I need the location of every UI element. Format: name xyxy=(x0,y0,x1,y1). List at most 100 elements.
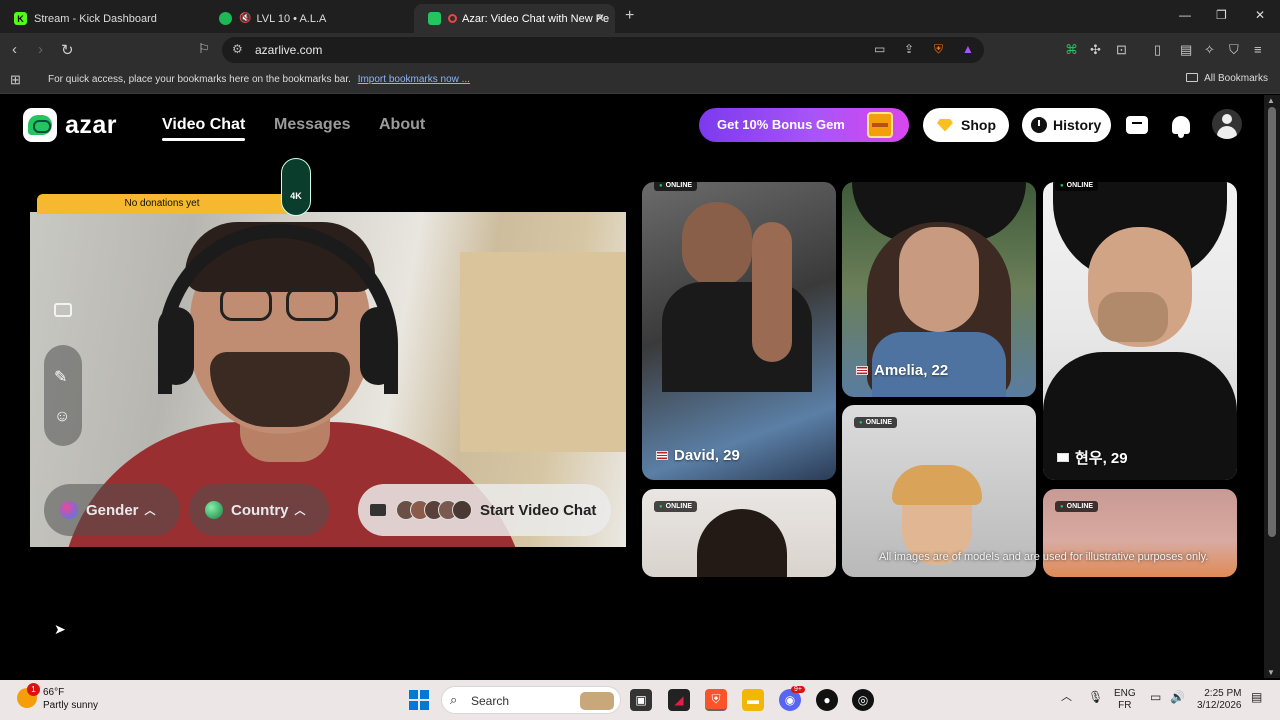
start-video-chat-label: Start Video Chat xyxy=(480,501,597,519)
language-bottom: FR xyxy=(1118,700,1132,711)
avatar-stack xyxy=(390,500,472,520)
file-explorer-icon[interactable]: ▬ xyxy=(742,689,764,711)
tab-kick-dashboard[interactable]: K Stream - Kick Dashboard xyxy=(0,4,205,33)
forward-icon[interactable]: › xyxy=(38,41,43,58)
language-indicator[interactable]: ENG FR xyxy=(1114,688,1136,712)
volume-icon[interactable]: 🔊 xyxy=(1170,691,1185,703)
nav-messages[interactable]: Messages xyxy=(274,116,351,134)
weather-widget[interactable]: 1 66°F Partly sunny xyxy=(17,683,98,712)
reload-icon[interactable]: ↻ xyxy=(61,41,74,59)
brave-browser-icon[interactable]: ⛨ xyxy=(705,689,727,711)
back-icon[interactable]: ‹ xyxy=(12,41,17,58)
tab-azar[interactable]: Azar: Video Chat with New Pe ✕ xyxy=(414,4,615,33)
task-view-icon[interactable]: ▣ xyxy=(630,689,652,711)
profile-name-text: David, 29 xyxy=(674,447,740,464)
profile-card-6[interactable]: ONLINE xyxy=(1043,489,1237,577)
user-avatar-icon xyxy=(1212,109,1242,139)
4k-badge: 4K xyxy=(281,158,311,216)
profile-card-amelia[interactable]: Amelia, 22 xyxy=(842,182,1036,397)
profile-card-hyunwoo[interactable]: ONLINE 현우, 29 xyxy=(1043,182,1237,480)
profile-name: 현우, 29 xyxy=(1057,447,1128,468)
new-tab-button[interactable]: + xyxy=(625,7,634,25)
search-icon: ⌕ xyxy=(450,692,458,707)
bookmark-icon[interactable]: ⚐ xyxy=(198,41,210,57)
tray-overflow-icon[interactable]: ︿ xyxy=(1061,691,1072,703)
online-badge: ONLINE xyxy=(654,501,698,512)
profile-card-david[interactable]: ONLINE David, 29 xyxy=(642,182,836,480)
menu-icon[interactable]: ≡ xyxy=(1254,42,1262,57)
screenshot-icon[interactable]: ⊡ xyxy=(1116,42,1127,58)
all-bookmarks-label: All Bookmarks xyxy=(1204,73,1268,84)
gender-icon xyxy=(60,501,78,519)
scroll-down-icon[interactable]: ▼ xyxy=(1267,668,1275,677)
notification-center-icon[interactable]: ▤ xyxy=(1251,691,1262,703)
scroll-up-icon[interactable]: ▲ xyxy=(1267,96,1275,105)
address-bar[interactable]: ⚙ azarlive.com ▭ ⇪ ⛨ ▲ xyxy=(222,37,984,63)
us-flag-icon xyxy=(656,451,668,460)
windows-start-icon[interactable] xyxy=(409,690,429,710)
bell-icon xyxy=(1172,116,1190,138)
maximize-button[interactable]: ❐ xyxy=(1216,8,1227,22)
history-label: History xyxy=(1053,117,1102,133)
magic-wand-icon[interactable]: ✎ xyxy=(54,367,67,387)
clock-widget[interactable]: 2:25 PM 3/12/2026 xyxy=(1197,688,1242,712)
spotify-icon xyxy=(219,12,232,25)
site-info-icon[interactable]: ⚙ xyxy=(232,42,243,56)
profile-card-5[interactable]: ONLINE xyxy=(642,489,836,577)
scrollbar-thumb[interactable] xyxy=(1268,107,1276,537)
country-filter-button[interactable]: Country ︿ xyxy=(189,484,329,536)
chevron-up-icon: ︿ xyxy=(294,505,306,517)
bookmarks-bar: ⊞ For quick access, place your bookmarks… xyxy=(0,67,1280,94)
nav-about[interactable]: About xyxy=(379,116,425,134)
taskbar-search[interactable]: ⌕ Search xyxy=(441,686,621,714)
minimize-button[interactable]: — xyxy=(1179,8,1191,22)
brave-rewards-icon[interactable]: ▲ xyxy=(962,42,974,56)
app-icon[interactable]: ◢ xyxy=(668,689,690,711)
azar-icon xyxy=(428,12,441,25)
close-tab-icon[interactable]: ✕ xyxy=(595,11,605,25)
import-bookmarks-link[interactable]: Import bookmarks now ... xyxy=(358,74,470,85)
leo-ai-icon[interactable]: ✧ xyxy=(1204,42,1215,58)
obs-icon[interactable]: ● xyxy=(816,689,838,711)
history-button[interactable]: History xyxy=(1022,108,1111,142)
video-camera-icon xyxy=(370,504,386,516)
close-window-button[interactable]: ✕ xyxy=(1255,8,1265,22)
wallet-icon[interactable]: ▤ xyxy=(1180,42,1192,58)
brave-shield-icon[interactable]: ⛨ xyxy=(934,42,943,57)
vpn-icon[interactable]: ⛉ xyxy=(1229,42,1239,58)
tab-spotify[interactable]: 🔇 LVL 10 • A.L.A xyxy=(205,4,410,33)
emoji-sticker-icon[interactable]: ☺ xyxy=(54,408,70,426)
extension-icon[interactable]: ⌘ xyxy=(1065,42,1078,58)
shop-button[interactable]: Shop xyxy=(923,108,1009,142)
search-highlight-image xyxy=(580,692,614,710)
network-icon[interactable]: ▭ xyxy=(1150,691,1161,703)
windows-taskbar: 1 66°F Partly sunny ⌕ Search ▣ ◢ ⛨ ▬ ◉ 9… xyxy=(0,680,1280,720)
search-placeholder: Search xyxy=(471,694,510,708)
page-scrollbar[interactable]: ▲ ▼ xyxy=(1264,95,1280,678)
url-text: azarlive.com xyxy=(255,43,323,57)
start-video-chat-button[interactable]: Start Video Chat xyxy=(358,484,611,536)
azar-logo[interactable]: azar xyxy=(23,108,117,142)
gender-filter-button[interactable]: Gender ︿ xyxy=(44,484,180,536)
bonus-gem-text: Get 10% Bonus Gem xyxy=(717,117,845,132)
gender-label: Gender xyxy=(86,501,139,519)
weather-temp: 66°F xyxy=(43,687,65,698)
us-flag-icon xyxy=(856,366,868,375)
all-bookmarks-button[interactable]: All Bookmarks xyxy=(1186,73,1268,84)
muted-speaker-icon[interactable]: 🔇 xyxy=(239,13,251,24)
apps-grid-icon[interactable]: ⊞ xyxy=(10,72,21,88)
share-icon[interactable]: ⇪ xyxy=(904,42,914,56)
notifications-button[interactable] xyxy=(1168,112,1194,138)
inbox-button[interactable] xyxy=(1124,112,1150,138)
sidebar-icon[interactable]: ▯ xyxy=(1154,42,1161,58)
cast-icon[interactable]: ▭ xyxy=(874,42,885,56)
shop-label: Shop xyxy=(961,117,996,133)
streaming-app-icon[interactable]: ◎ xyxy=(852,689,874,711)
bonus-gem-banner[interactable]: Get 10% Bonus Gem xyxy=(699,108,909,142)
address-toolbar: ‹ › ↻ ⚐ ⚙ azarlive.com ▭ ⇪ ⛨ ▲ ⌘ ✣ ⊡ ▯ ▤… xyxy=(0,33,1280,67)
microphone-icon[interactable]: 🎙 xyxy=(1088,691,1103,703)
profile-button[interactable] xyxy=(1212,109,1242,139)
camera-toggle-icon[interactable] xyxy=(54,303,72,317)
puzzle-icon[interactable]: ✣ xyxy=(1090,42,1101,58)
nav-video-chat[interactable]: Video Chat xyxy=(162,116,246,141)
